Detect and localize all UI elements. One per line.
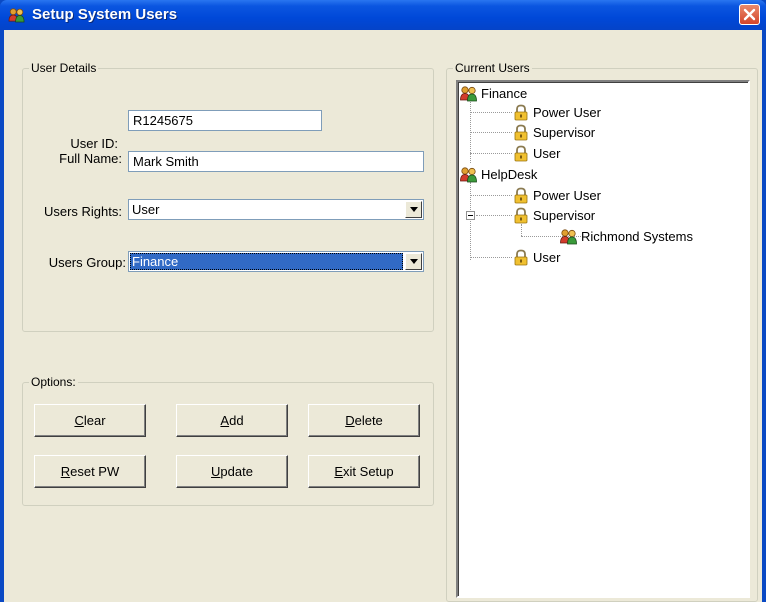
user-id-label: User ID:	[70, 136, 118, 151]
users-group-dropdown-button[interactable]	[405, 253, 422, 270]
users-rights-label: Users Rights:	[43, 204, 122, 219]
user-id-field[interactable]: R1245675	[128, 110, 322, 131]
tree-node-user[interactable]: User	[512, 248, 560, 266]
tree-node-label: HelpDesk	[481, 166, 538, 182]
tree-connector	[470, 132, 512, 133]
group-icon	[460, 166, 477, 182]
close-button[interactable]	[739, 4, 760, 25]
users-group-value: Finance	[130, 253, 403, 270]
full-name-field[interactable]: Mark Smith	[128, 151, 424, 172]
tree-node-supervisor[interactable]: Supervisor	[512, 206, 595, 224]
users-group-label: Users Group:	[48, 255, 126, 270]
tree-connector	[470, 153, 512, 154]
tree-connector	[470, 195, 512, 196]
tree-node-finance[interactable]: Finance	[460, 84, 527, 102]
users-rights-select[interactable]: User	[128, 199, 424, 220]
reset-pw-button[interactable]: Reset PW	[34, 455, 146, 488]
clear-button[interactable]: Clear	[34, 404, 146, 437]
tree-node-label: Power User	[533, 187, 601, 203]
lock-icon	[514, 187, 528, 204]
tree-connector	[476, 215, 512, 216]
tree-connector	[470, 182, 471, 260]
chevron-down-icon	[410, 207, 418, 212]
setup-users-window: Setup System Users User Details User ID:…	[0, 0, 766, 602]
window-title: Setup System Users	[32, 6, 178, 23]
lock-icon	[514, 207, 528, 224]
options-legend: Options:	[29, 375, 78, 389]
group-icon	[460, 85, 477, 101]
collapse-toggle[interactable]	[466, 211, 475, 220]
lock-icon	[514, 104, 528, 121]
tree-node-helpdesk[interactable]: HelpDesk	[460, 165, 537, 183]
tree-node-power-user[interactable]: Power User	[512, 103, 601, 121]
group-icon	[560, 228, 577, 244]
dialog-body: User Details User ID: R1245675 Full Name…	[4, 30, 762, 602]
exit-setup-button[interactable]: Exit Setup	[308, 455, 420, 488]
full-name-label: Full Name:	[59, 151, 122, 166]
chevron-down-icon	[410, 259, 418, 264]
users-rights-value: User	[132, 202, 160, 217]
tree-node-label: Supervisor	[533, 124, 596, 140]
tree-node-label: Richmond Systems	[581, 228, 693, 244]
tree-connector	[470, 257, 512, 258]
tree-node-richmond-systems[interactable]: Richmond Systems	[560, 227, 693, 245]
tree-node-supervisor[interactable]: Supervisor	[512, 123, 595, 141]
tree-connector	[521, 224, 522, 236]
tree-node-label: Supervisor	[533, 207, 596, 223]
lock-icon	[514, 249, 528, 266]
users-tree-view[interactable]: Finance Power User Supervisor User HelpD…	[456, 80, 750, 598]
tree-node-label: Power User	[533, 104, 601, 120]
delete-button[interactable]: Delete	[308, 404, 420, 437]
lock-icon	[514, 145, 528, 162]
tree-node-power-user[interactable]: Power User	[512, 186, 601, 204]
current-users-legend: Current Users	[453, 61, 532, 75]
tree-node-label: User	[533, 145, 561, 161]
close-icon	[743, 8, 756, 21]
title-bar[interactable]: Setup System Users	[0, 0, 766, 30]
tree-node-label: User	[533, 249, 561, 265]
users-group-select[interactable]: Finance	[128, 251, 424, 272]
tree-connector	[470, 112, 512, 113]
update-button[interactable]: Update	[176, 455, 288, 488]
users-rights-dropdown-button[interactable]	[405, 201, 422, 218]
add-button[interactable]: Add	[176, 404, 288, 437]
users-icon	[8, 8, 25, 23]
tree-node-label: Finance	[481, 85, 528, 101]
user-details-legend: User Details	[29, 61, 99, 75]
lock-icon	[514, 124, 528, 141]
tree-node-user[interactable]: User	[512, 144, 560, 162]
